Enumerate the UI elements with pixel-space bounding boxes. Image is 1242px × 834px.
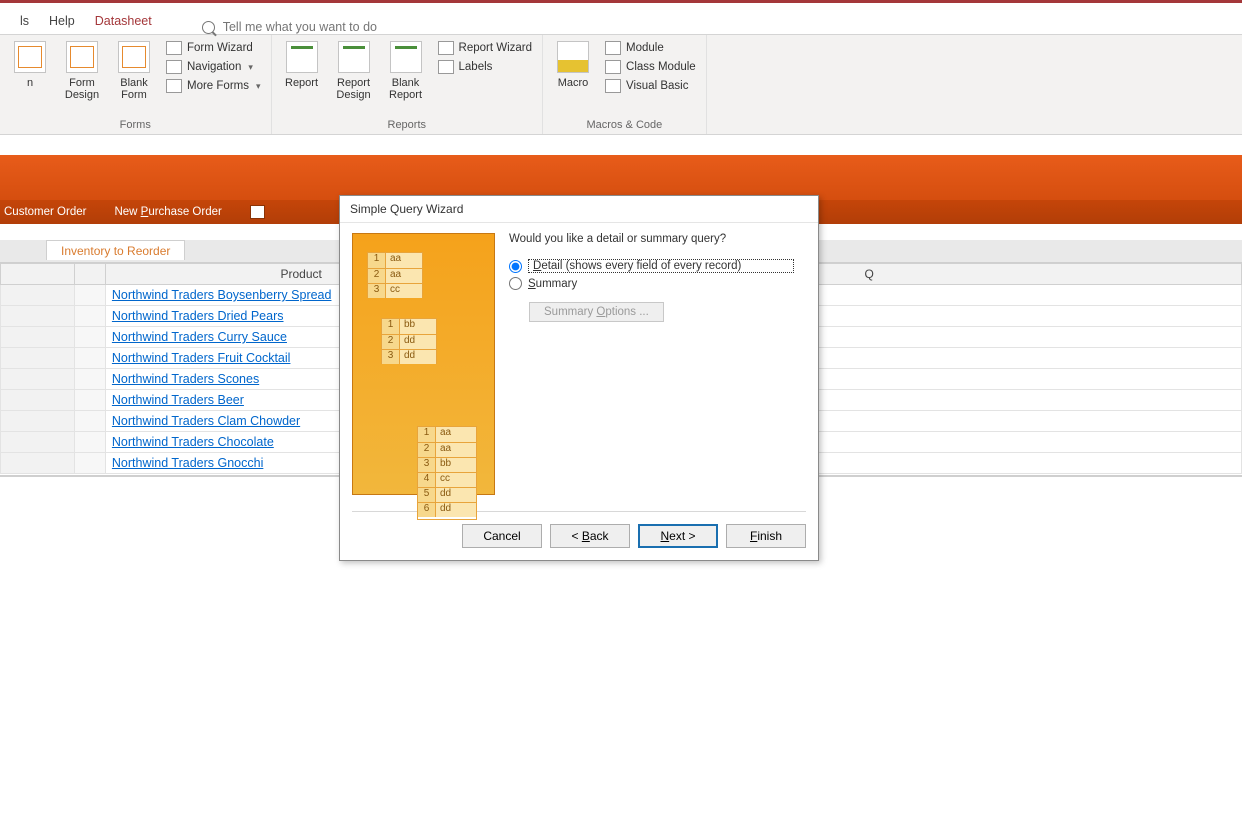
summary-options-button: Summary Options ... xyxy=(529,302,664,322)
report-button[interactable]: Report xyxy=(278,39,326,91)
search-icon xyxy=(202,21,215,34)
vb-icon xyxy=(605,79,621,93)
macro-icon xyxy=(557,41,589,73)
tab-tools[interactable]: ls xyxy=(10,7,39,34)
product-link[interactable]: Northwind Traders Fruit Cocktail xyxy=(112,351,291,365)
tell-me-search[interactable]: Tell me what you want to do xyxy=(202,20,377,34)
radio-summary[interactable] xyxy=(509,277,522,290)
navigation-button[interactable]: Navigation xyxy=(162,58,265,76)
blank-form-button[interactable]: Blank Form xyxy=(110,39,158,103)
radio-detail[interactable] xyxy=(509,260,522,273)
form-design-button[interactable]: Form Design xyxy=(58,39,106,103)
radio-summary-label[interactable]: Summary xyxy=(528,278,577,290)
group-reports: Report Report Design Blank Report Report… xyxy=(272,35,544,134)
blank-report-icon xyxy=(390,41,422,73)
ribbon: n Form Design Blank Form Form Wizard Nav… xyxy=(0,35,1242,135)
more-forms-icon xyxy=(166,79,182,93)
report-design-button[interactable]: Report Design xyxy=(330,39,378,103)
visual-basic-button[interactable]: Visual Basic xyxy=(601,77,700,95)
navigation-icon xyxy=(166,60,182,74)
sheet-tab-inventory[interactable]: Inventory to Reorder xyxy=(46,240,185,260)
finish-button[interactable]: Finish xyxy=(726,524,806,548)
form-design-icon xyxy=(66,41,98,73)
dialog-title: Simple Query Wizard xyxy=(340,196,818,223)
dialog-question: Would you like a detail or summary query… xyxy=(509,233,806,245)
product-link[interactable]: Northwind Traders Scones xyxy=(112,372,259,386)
back-button[interactable]: < Back xyxy=(550,524,630,548)
form-button[interactable]: n xyxy=(6,39,54,91)
labels-button[interactable]: Labels xyxy=(434,58,537,76)
product-link[interactable]: Northwind Traders Boysenberry Spread xyxy=(112,288,332,302)
labels-icon xyxy=(438,60,454,74)
group-label-macros: Macros & Code xyxy=(586,117,662,132)
class-module-icon xyxy=(605,60,621,74)
group-forms: n Form Design Blank Form Form Wizard Nav… xyxy=(0,35,272,134)
module-icon xyxy=(605,41,621,55)
product-link[interactable]: Northwind Traders Curry Sauce xyxy=(112,330,287,344)
group-label-forms: Forms xyxy=(120,117,151,132)
tab-datasheet[interactable]: Datasheet xyxy=(85,7,162,34)
wizard-icon xyxy=(166,41,182,55)
new-purchase-order-link[interactable]: New Purchase Order xyxy=(114,206,221,218)
app-header xyxy=(0,155,1242,200)
product-link[interactable]: Northwind Traders Gnocchi xyxy=(112,456,263,470)
form-wizard-button[interactable]: Form Wizard xyxy=(162,39,265,57)
group-macros: Macro Module Class Module Visual Basic M… xyxy=(543,35,707,134)
product-link[interactable]: Northwind Traders Dried Pears xyxy=(112,309,284,323)
simple-query-wizard-dialog: Simple Query Wizard 1aa 2aa 3cc 1bb 2dd … xyxy=(339,195,819,561)
cancel-button[interactable]: Cancel xyxy=(462,524,542,548)
group-label-reports: Reports xyxy=(388,117,427,132)
row-selector-header[interactable] xyxy=(1,264,75,285)
tab-help[interactable]: Help xyxy=(39,7,85,34)
blank-report-button[interactable]: Blank Report xyxy=(382,39,430,103)
shortcut-icon[interactable] xyxy=(250,205,265,219)
product-link[interactable]: Northwind Traders Beer xyxy=(112,393,244,407)
more-forms-button[interactable]: More Forms xyxy=(162,77,265,95)
product-link[interactable]: Northwind Traders Clam Chowder xyxy=(112,414,300,428)
tell-me-placeholder: Tell me what you want to do xyxy=(223,20,377,34)
report-icon xyxy=(286,41,318,73)
wizard-icon xyxy=(438,41,454,55)
radio-detail-label[interactable]: Detail (shows every field of every recor… xyxy=(528,259,794,273)
product-link[interactable]: Northwind Traders Chocolate xyxy=(112,435,274,449)
blank-form-icon xyxy=(118,41,150,73)
new-customer-order-link[interactable]: Customer Order xyxy=(4,206,86,218)
form-icon xyxy=(14,41,46,73)
wizard-image: 1aa 2aa 3cc 1bb 2dd 3dd 1aa 2aa 3bb 4cc … xyxy=(352,233,495,495)
report-design-icon xyxy=(338,41,370,73)
report-wizard-button[interactable]: Report Wizard xyxy=(434,39,537,57)
class-module-button[interactable]: Class Module xyxy=(601,58,700,76)
next-button[interactable]: Next > xyxy=(638,524,718,548)
star-header[interactable] xyxy=(74,264,105,285)
macro-button[interactable]: Macro xyxy=(549,39,597,91)
module-button[interactable]: Module xyxy=(601,39,700,57)
detail-text: etail (shows every field of every record… xyxy=(541,260,741,272)
ribbon-tabs: ls Help Datasheet Tell me what you want … xyxy=(0,0,1242,35)
